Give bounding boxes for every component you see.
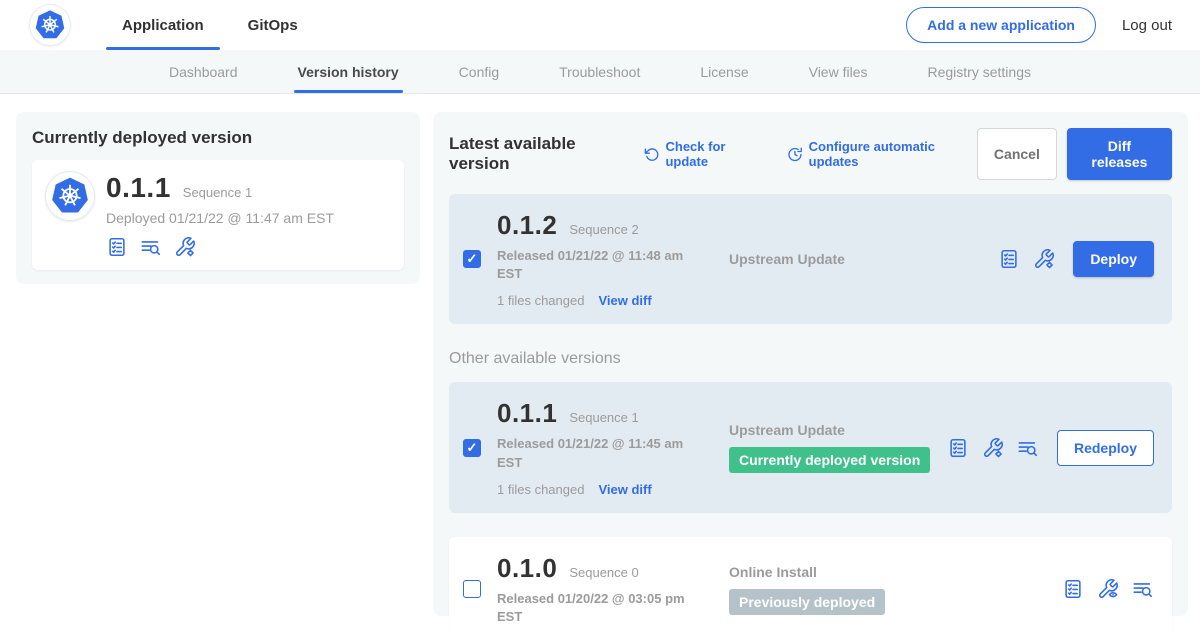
subnav-view-files-label: View files xyxy=(809,64,868,80)
diff-releases-button[interactable]: Diff releases xyxy=(1067,128,1172,180)
view-diff-link[interactable]: View diff xyxy=(598,293,651,308)
edit-config-icon[interactable] xyxy=(1033,248,1055,270)
version-number: 0.1.1 xyxy=(497,398,557,429)
version-source-label: Upstream Update xyxy=(729,422,947,438)
tab-gitops-label: GitOps xyxy=(248,17,298,34)
version-checkbox[interactable] xyxy=(463,250,481,268)
subnav-version-history-label: Version history xyxy=(298,64,399,80)
subnav-license-label: License xyxy=(700,64,748,80)
tab-application-label: Application xyxy=(122,17,204,34)
view-logs-icon[interactable] xyxy=(1132,578,1154,600)
redeploy-button[interactable]: Redeploy xyxy=(1057,430,1154,466)
main-content: Currently deployed version 0 xyxy=(0,94,1200,633)
subnav-version-history[interactable]: Version history xyxy=(298,50,399,93)
version-number: 0.1.0 xyxy=(497,553,557,584)
cancel-button[interactable]: Cancel xyxy=(977,128,1057,180)
view-logs-icon[interactable] xyxy=(140,236,162,258)
available-versions-panel: Latest available version Check for updat… xyxy=(433,112,1188,616)
preflight-checks-icon[interactable] xyxy=(998,248,1020,270)
check-for-update-link[interactable]: Check for update xyxy=(644,139,765,169)
kubernetes-app-icon xyxy=(46,172,94,220)
deployed-timestamp: Deployed 01/21/22 @ 11:47 am EST xyxy=(106,210,334,226)
subnav-dashboard[interactable]: Dashboard xyxy=(169,50,238,93)
subnav-config[interactable]: Config xyxy=(459,50,499,93)
deployed-sequence-label: Sequence 1 xyxy=(183,185,252,200)
deployed-version-card: 0.1.1 Sequence 1 Deployed 01/21/22 @ 11:… xyxy=(32,160,404,270)
view-diff-link[interactable]: View diff xyxy=(598,482,651,497)
deployed-version-number: 0.1.1 xyxy=(106,172,171,204)
subnav-config-label: Config xyxy=(459,64,499,80)
check-for-update-label: Check for update xyxy=(665,139,764,169)
logout-link[interactable]: Log out xyxy=(1122,17,1172,34)
subnav-view-files[interactable]: View files xyxy=(809,50,868,93)
previously-deployed-badge: Previously deployed xyxy=(729,589,885,615)
version-source-label: Online Install xyxy=(729,564,1062,580)
subnav-dashboard-label: Dashboard xyxy=(169,64,238,80)
files-changed-label: 1 files changed xyxy=(497,482,584,497)
add-application-button[interactable]: Add a new application xyxy=(906,7,1096,43)
version-card-0-1-0: 0.1.0 Sequence 0 Released 01/20/22 @ 03:… xyxy=(449,537,1172,634)
configure-automatic-updates-label: Configure automatic updates xyxy=(809,139,977,169)
version-checkbox[interactable] xyxy=(463,580,481,598)
released-timestamp: Released 01/21/22 @ 11:48 am EST xyxy=(497,247,692,283)
released-timestamp: Released 01/21/22 @ 11:45 am EST xyxy=(497,435,692,471)
refresh-icon xyxy=(644,146,660,163)
preflight-checks-icon[interactable] xyxy=(947,437,969,459)
version-checkbox[interactable] xyxy=(463,439,481,457)
other-available-versions-title: Other available versions xyxy=(449,350,1172,368)
kubernetes-logo xyxy=(30,5,70,45)
files-changed-label: 1 files changed xyxy=(497,293,584,308)
edit-config-icon[interactable] xyxy=(174,236,196,258)
sequence-label: Sequence 2 xyxy=(569,222,638,237)
schedule-update-icon xyxy=(787,146,803,163)
sequence-label: Sequence 0 xyxy=(569,565,638,580)
subnav-registry-settings[interactable]: Registry settings xyxy=(928,50,1031,93)
currently-deployed-panel: Currently deployed version 0 xyxy=(16,112,420,284)
released-timestamp: Released 01/20/22 @ 03:05 pm EST xyxy=(497,590,692,626)
view-config-icon[interactable] xyxy=(1097,578,1119,600)
subnav-troubleshoot-label: Troubleshoot xyxy=(559,64,640,80)
version-number: 0.1.2 xyxy=(497,210,557,241)
app-sub-nav: Dashboard Version history Config Trouble… xyxy=(0,50,1200,94)
tab-application[interactable]: Application xyxy=(100,0,226,50)
top-nav: Application GitOps Add a new application… xyxy=(0,0,1200,50)
sequence-label: Sequence 1 xyxy=(569,410,638,425)
preflight-checks-icon[interactable] xyxy=(106,236,128,258)
available-panel-title: Latest available version xyxy=(449,134,630,174)
preflight-checks-icon[interactable] xyxy=(1062,578,1084,600)
view-logs-icon[interactable] xyxy=(1017,437,1039,459)
edit-config-icon[interactable] xyxy=(982,437,1004,459)
configure-automatic-updates-link[interactable]: Configure automatic updates xyxy=(787,139,977,169)
subnav-registry-settings-label: Registry settings xyxy=(928,64,1031,80)
deployed-panel-title: Currently deployed version xyxy=(32,128,404,148)
currently-deployed-badge: Currently deployed version xyxy=(729,447,930,473)
version-card-0-1-1: 0.1.1 Sequence 1 Released 01/21/22 @ 11:… xyxy=(449,382,1172,512)
subnav-troubleshoot[interactable]: Troubleshoot xyxy=(559,50,640,93)
subnav-license[interactable]: License xyxy=(700,50,748,93)
version-card-0-1-2: 0.1.2 Sequence 2 Released 01/21/22 @ 11:… xyxy=(449,194,1172,324)
version-source-label: Upstream Update xyxy=(729,251,998,267)
deploy-button[interactable]: Deploy xyxy=(1073,241,1154,277)
tab-gitops[interactable]: GitOps xyxy=(226,0,320,50)
app-tabs: Application GitOps xyxy=(100,0,320,50)
